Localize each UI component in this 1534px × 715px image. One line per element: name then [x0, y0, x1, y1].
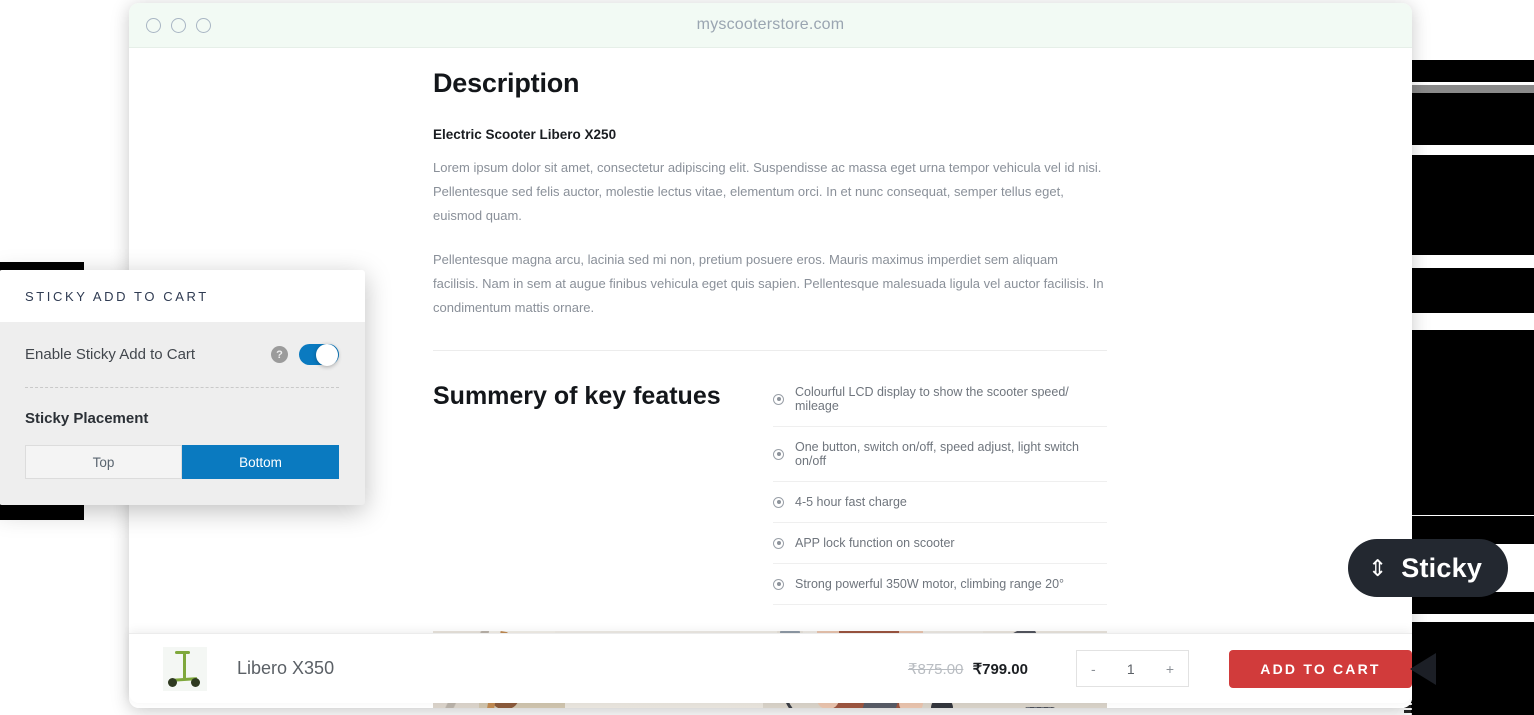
- quantity-decrement-button[interactable]: -: [1091, 661, 1096, 677]
- enable-sticky-row: Enable Sticky Add to Cart ?: [25, 344, 339, 388]
- sticky-placement-label: Sticky Placement: [25, 410, 149, 427]
- list-item: APP lock function on scooter: [773, 523, 1107, 565]
- bullet-dot-icon: [773, 448, 784, 460]
- enable-sticky-label: Enable Sticky Add to Cart: [25, 346, 196, 363]
- enable-sticky-toggle[interactable]: [299, 344, 339, 365]
- list-item: One button, switch on/off, speed adjust,…: [773, 427, 1107, 483]
- quantity-stepper[interactable]: - 1 +: [1076, 650, 1189, 687]
- price-sale: ₹799.00: [972, 660, 1028, 678]
- up-down-arrow-icon: ⇕: [1368, 554, 1388, 581]
- sticky-badge-label: Sticky: [1401, 552, 1483, 583]
- address-bar-url[interactable]: myscooterstore.com: [129, 16, 1412, 34]
- summary-section: Summery of key featues Colourful LCD dis…: [433, 381, 1107, 606]
- placement-option-top[interactable]: Top: [25, 445, 182, 479]
- sticky-add-to-cart-settings-panel: STICKY ADD TO CART Enable Sticky Add to …: [0, 270, 365, 505]
- quantity-input[interactable]: 1: [1127, 661, 1135, 677]
- pointer-arrow-icon: [1410, 652, 1436, 685]
- bullet-dot-icon: [773, 578, 784, 590]
- help-icon[interactable]: ?: [271, 346, 288, 363]
- sticky-floating-badge[interactable]: ⇕ Sticky: [1348, 539, 1509, 597]
- feature-text: 4-5 hour fast charge: [795, 495, 907, 510]
- product-name: Libero X350: [237, 658, 335, 678]
- section-divider: [433, 350, 1107, 352]
- summary-heading: Summery of key featues: [433, 382, 721, 411]
- bullet-dot-icon: [773, 537, 784, 549]
- product-subtitle: Electric Scooter Libero X250: [433, 127, 617, 142]
- sticky-placement-segmented-control: Top Bottom: [25, 445, 339, 479]
- bullet-dot-icon: [773, 496, 784, 508]
- panel-body: Enable Sticky Add to Cart ? Sticky Place…: [0, 322, 365, 505]
- bullet-dot-icon: [773, 393, 784, 405]
- feature-text: Strong powerful 350W motor, climbing ran…: [795, 577, 1065, 592]
- content-column: Description Electric Scooter Libero X250…: [433, 48, 1107, 708]
- list-item: Strong powerful 350W motor, climbing ran…: [773, 564, 1107, 606]
- feature-text: Colourful LCD display to show the scoote…: [795, 385, 1069, 414]
- add-to-cart-button[interactable]: ADD TO CART: [1229, 649, 1412, 688]
- browser-toolbar: myscooterstore.com: [129, 3, 1412, 48]
- feature-text: APP lock function on scooter: [795, 536, 955, 551]
- description-paragraph-2: Pellentesque magna arcu, lacinia sed mi …: [433, 252, 1104, 316]
- price-block: ₹875.00 ₹799.00: [908, 660, 1028, 678]
- enable-sticky-controls: ?: [271, 344, 339, 365]
- product-thumbnail[interactable]: [163, 646, 207, 691]
- panel-title: STICKY ADD TO CART: [0, 270, 365, 322]
- description-heading: Description: [433, 68, 580, 98]
- list-item: 4-5 hour fast charge: [773, 482, 1107, 524]
- feature-text: One button, switch on/off, speed adjust,…: [795, 440, 1079, 469]
- price-original: ₹875.00: [907, 660, 964, 678]
- list-item: Colourful LCD display to show the scoote…: [773, 381, 1107, 428]
- description-paragraph-1: Lorem ipsum dolor sit amet, consectetur …: [433, 160, 1102, 224]
- summary-heading-column: Summery of key featues: [433, 381, 773, 605]
- feature-list: Colourful LCD display to show the scoote…: [773, 381, 1107, 606]
- quantity-increment-button[interactable]: +: [1166, 661, 1174, 677]
- placement-option-bottom[interactable]: Bottom: [182, 445, 339, 479]
- sticky-add-to-cart-bar: Libero X350 ₹875.00 ₹799.00 - 1 + ADD TO…: [129, 633, 1436, 703]
